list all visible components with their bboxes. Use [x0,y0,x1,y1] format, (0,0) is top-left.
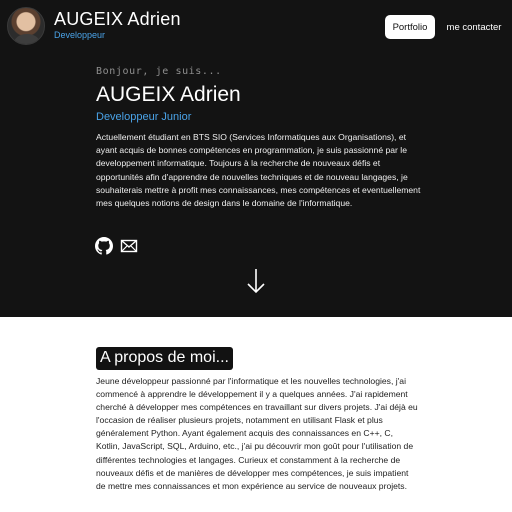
about-text: Jeune développeur passionné par l'inform… [96,376,418,491]
header-name: AUGEIX Adrien [54,9,181,29]
nav-portfolio-button[interactable]: Portfolio [385,15,435,39]
hero-description: Actuellement étudiant en BTS SIO (Servic… [96,132,421,209]
avatar [7,7,45,45]
github-icon[interactable] [95,237,113,255]
about-title: A propos de moi... [96,347,233,370]
mail-icon[interactable] [120,237,138,255]
arrow-down-icon[interactable] [246,268,266,294]
nav-contact-link[interactable]: me contacter [443,15,505,39]
hero-greeting: Bonjour, je suis... [96,66,222,77]
header-role: Developpeur [54,30,106,40]
hero-role: Developpeur Junior [96,111,192,123]
hero-name: AUGEIX Adrien [96,83,241,106]
hero-section: AUGEIX Adrien Developpeur Portfolio me c… [0,0,512,317]
